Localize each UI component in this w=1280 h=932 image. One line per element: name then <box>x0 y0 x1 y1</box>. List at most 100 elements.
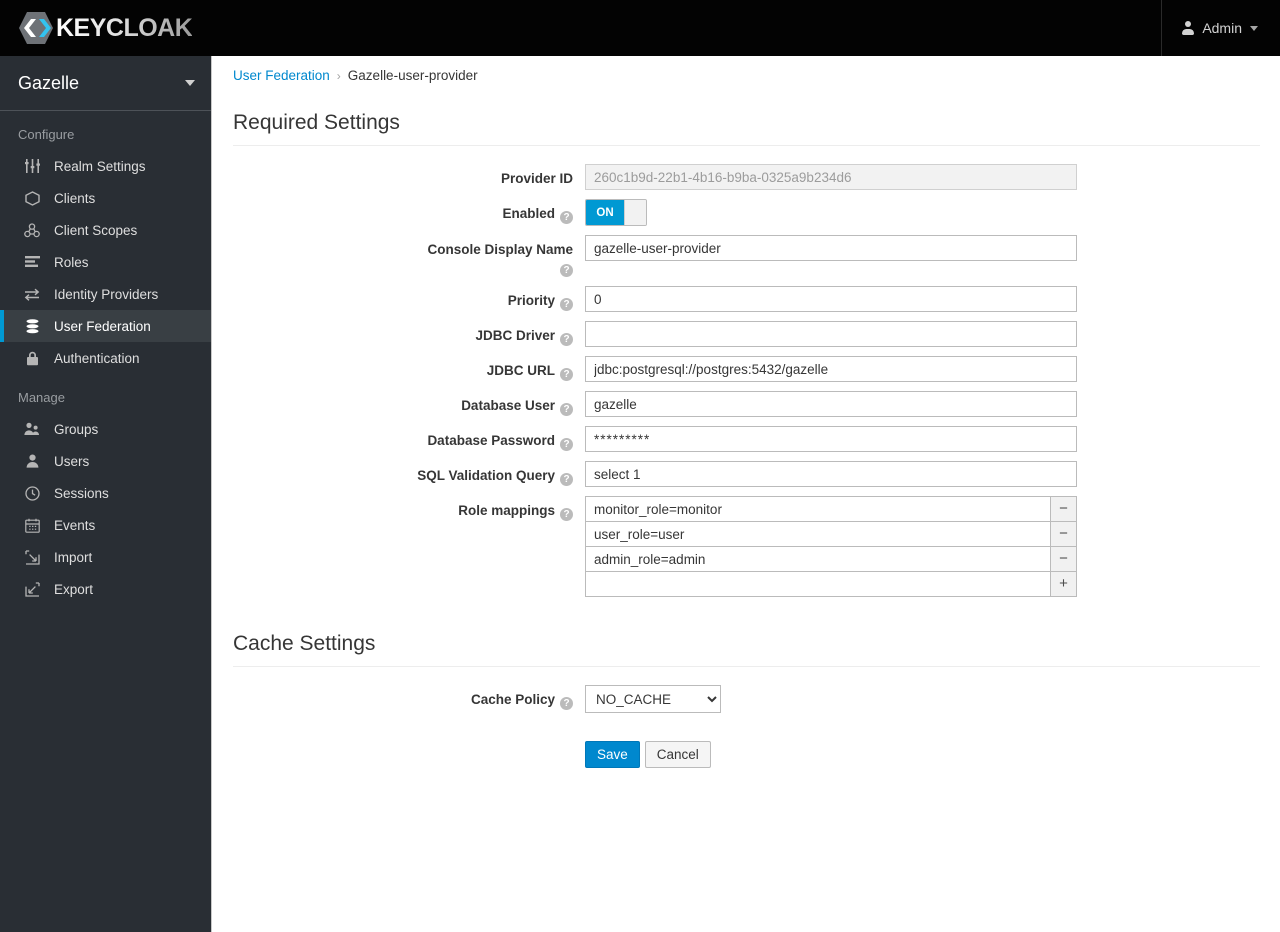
jdbc-url-field-area <box>585 356 1077 382</box>
sidebar-item-authentication[interactable]: Authentication <box>0 342 211 374</box>
role-mapping-row: − <box>585 546 1077 572</box>
sidebar-item-label: Identity Providers <box>54 286 159 302</box>
breadcrumb-link-user-federation[interactable]: User Federation <box>233 68 330 83</box>
cache-settings-form: Cache Policy? NO_CACHE <box>213 685 1280 713</box>
form-row-console-display-name: Console Display Name ? <box>213 235 1280 277</box>
help-icon[interactable]: ? <box>560 697 573 710</box>
sidebar-item-label: Export <box>54 581 94 597</box>
sliders-icon <box>22 159 42 173</box>
sidebar-item-events[interactable]: Events <box>0 509 211 541</box>
role-mapping-new-input[interactable] <box>585 571 1051 597</box>
cache-policy-field-area: NO_CACHE <box>585 685 721 713</box>
required-settings-form: Provider ID Enabled? ON Console Display … <box>213 164 1280 597</box>
main-content: User Federation › Gazelle-user-provider … <box>213 56 1280 932</box>
masthead-right: Admin <box>1161 0 1280 56</box>
sidebar-item-label: User Federation <box>54 318 151 334</box>
sidebar-item-sessions[interactable]: Sessions <box>0 477 211 509</box>
sidebar-item-label: Import <box>54 549 93 565</box>
role-mapping-row: − <box>585 521 1077 547</box>
user-menu[interactable]: Admin <box>1182 20 1258 36</box>
cache-policy-label-text: Cache Policy <box>470 692 555 707</box>
role-mappings-label: Role mappings? <box>213 496 573 521</box>
lock-icon <box>22 351 42 366</box>
group-icon <box>22 422 42 436</box>
role-mapping-input[interactable] <box>585 496 1051 522</box>
sidebar-item-label: Clients <box>54 190 96 206</box>
sidebar-item-roles[interactable]: Roles <box>0 246 211 278</box>
database-user-input[interactable] <box>585 391 1077 417</box>
help-icon[interactable]: ? <box>560 211 573 224</box>
help-icon[interactable]: ? <box>560 403 573 416</box>
database-password-field-area <box>585 426 1077 452</box>
jdbc-url-input[interactable] <box>585 356 1077 382</box>
cancel-button[interactable]: Cancel <box>644 741 711 768</box>
sql-validation-query-label: SQL Validation Query? <box>213 461 573 486</box>
clock-icon <box>22 485 42 501</box>
sidebar-item-user-federation[interactable]: User Federation <box>0 310 211 342</box>
sidebar-item-identity-providers[interactable]: Identity Providers <box>0 278 211 310</box>
sidebar-item-export[interactable]: Export <box>0 573 211 605</box>
realm-selector[interactable]: Gazelle <box>0 56 211 111</box>
save-button[interactable]: Save <box>585 741 640 768</box>
add-role-mapping-button[interactable]: + <box>1051 571 1077 597</box>
sidebar-item-realm-settings[interactable]: Realm Settings <box>0 150 211 182</box>
sidebar-item-label: Roles <box>54 254 89 270</box>
help-icon[interactable]: ? <box>560 368 573 381</box>
form-row-database-user: Database User? <box>213 391 1280 417</box>
provider-id-input[interactable] <box>585 164 1077 190</box>
jdbc-driver-label-text: JDBC Driver <box>475 328 555 343</box>
form-row-provider-id: Provider ID <box>213 164 1280 190</box>
database-password-label: Database Password? <box>213 426 573 451</box>
remove-role-mapping-button[interactable]: − <box>1051 546 1077 572</box>
help-icon[interactable]: ? <box>560 473 573 486</box>
enabled-label: Enabled? <box>213 199 573 224</box>
priority-input[interactable] <box>585 286 1077 312</box>
help-icon[interactable]: ? <box>560 508 573 521</box>
user-icon <box>1182 21 1195 35</box>
calendar-icon <box>22 518 42 533</box>
export-arrow-icon <box>22 581 42 597</box>
database-password-label-text: Database Password <box>427 433 555 448</box>
help-icon[interactable]: ? <box>560 438 573 451</box>
help-icon[interactable]: ? <box>560 333 573 346</box>
sidebar: Gazelle Configure Realm Settings Clients <box>0 56 212 932</box>
form-row-database-password: Database Password? <box>213 426 1280 452</box>
form-row-priority: Priority? <box>213 286 1280 312</box>
brand-logo-area[interactable]: KEYCLOAK <box>0 0 193 56</box>
breadcrumb-current: Gazelle-user-provider <box>347 68 478 83</box>
sql-validation-query-label-text: SQL Validation Query <box>417 468 555 483</box>
list-icon <box>22 255 42 269</box>
role-mapping-input[interactable] <box>585 546 1051 572</box>
console-display-name-input[interactable] <box>585 235 1077 261</box>
remove-role-mapping-button[interactable]: − <box>1051 496 1077 522</box>
database-password-input[interactable] <box>585 426 1077 452</box>
sidebar-item-groups[interactable]: Groups <box>0 413 211 445</box>
chevron-down-icon <box>1250 25 1258 31</box>
sidebar-item-label: Realm Settings <box>54 158 146 174</box>
chevron-down-icon <box>185 80 195 86</box>
sidebar-item-label: Client Scopes <box>54 222 138 238</box>
help-icon[interactable]: ? <box>560 264 573 277</box>
provider-id-field-area <box>585 164 1077 190</box>
sidebar-item-users[interactable]: Users <box>0 445 211 477</box>
role-mappings-field-area: − − − + <box>585 496 1077 597</box>
cache-policy-select[interactable]: NO_CACHE <box>585 685 721 713</box>
realm-name: Gazelle <box>18 72 80 93</box>
sql-validation-query-field-area <box>585 461 1077 487</box>
role-mappings-label-text: Role mappings <box>458 503 555 518</box>
sidebar-item-label: Authentication <box>54 350 140 366</box>
sidebar-item-client-scopes[interactable]: Client Scopes <box>0 214 211 246</box>
help-icon[interactable]: ? <box>560 298 573 311</box>
masthead: KEYCLOAK Admin <box>0 0 1280 56</box>
sidebar-item-import[interactable]: Import <box>0 541 211 573</box>
role-mapping-row: − <box>585 496 1077 522</box>
role-mapping-input[interactable] <box>585 521 1051 547</box>
sidebar-item-label: Users <box>54 453 90 469</box>
sql-validation-query-input[interactable] <box>585 461 1077 487</box>
sidebar-item-clients[interactable]: Clients <box>0 182 211 214</box>
keycloak-hexagon-logo-icon <box>18 11 54 45</box>
sidebar-item-label: Events <box>54 517 96 533</box>
jdbc-driver-input[interactable] <box>585 321 1077 347</box>
remove-role-mapping-button[interactable]: − <box>1051 521 1077 547</box>
enabled-toggle[interactable]: ON <box>585 199 647 226</box>
